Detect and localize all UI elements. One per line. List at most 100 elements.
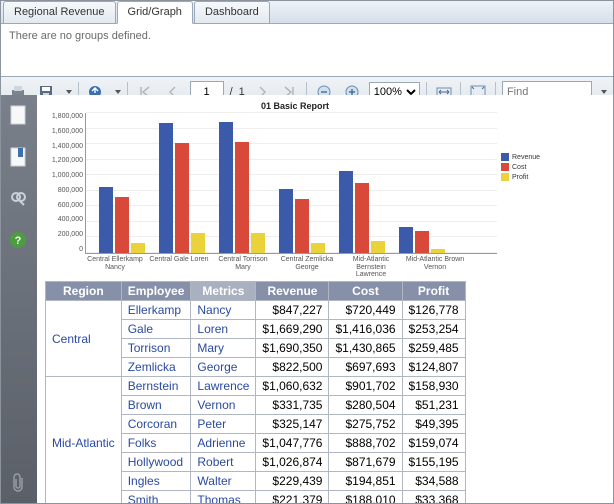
bookmarks-icon[interactable]	[9, 147, 29, 167]
cell-profit: $155,195	[402, 453, 465, 472]
export-dropdown-icon[interactable]	[115, 90, 121, 94]
chart-title: 01 Basic Report	[45, 101, 545, 111]
cell-revenue: $1,669,290	[256, 320, 329, 339]
bar	[295, 199, 309, 253]
bar	[251, 233, 265, 253]
cell-profit: $253,254	[402, 320, 465, 339]
cell-firstname[interactable]: Robert	[191, 453, 256, 472]
search-panel-icon[interactable]	[9, 189, 29, 209]
cell-cost: $194,851	[329, 472, 402, 491]
cell-firstname[interactable]: Vernon	[191, 396, 256, 415]
cell-profit: $51,231	[402, 396, 465, 415]
cell-cost: $188,010	[329, 491, 402, 503]
bar	[131, 243, 145, 253]
cell-firstname[interactable]: Adrienne	[191, 434, 256, 453]
table-row: Mid-AtlanticBernsteinLawrence$1,060,632$…	[46, 377, 466, 396]
bar	[219, 122, 233, 253]
tab-grid-graph[interactable]: Grid/Graph	[117, 1, 193, 24]
cell-revenue: $1,060,632	[256, 377, 329, 396]
bar	[415, 231, 429, 253]
save-dropdown-icon[interactable]	[66, 90, 72, 94]
cell-lastname[interactable]: Hollywood	[121, 453, 191, 472]
bar	[339, 171, 353, 253]
sidebar: ?	[1, 95, 37, 503]
cell-firstname[interactable]: George	[191, 358, 256, 377]
cell-profit: $124,807	[402, 358, 465, 377]
bar	[99, 187, 113, 253]
col-region[interactable]: Region	[46, 282, 122, 301]
cell-region[interactable]: Central	[46, 301, 122, 377]
cell-cost: $280,504	[329, 396, 402, 415]
bar	[159, 123, 173, 253]
chart-x-axis: Central Ellerkamp NancyCentral Gale Lore…	[83, 254, 545, 279]
cell-revenue: $1,026,874	[256, 453, 329, 472]
cell-lastname[interactable]: Bernstein	[121, 377, 191, 396]
help-icon[interactable]: ?	[9, 231, 29, 251]
col-employee[interactable]: Employee	[121, 282, 191, 301]
cell-lastname[interactable]: Gale	[121, 320, 191, 339]
table-row: CentralEllerkampNancy$847,227$720,449$12…	[46, 301, 466, 320]
chart-plot	[85, 113, 497, 254]
cell-lastname[interactable]: Smith	[121, 491, 191, 503]
bar	[431, 249, 445, 253]
cell-lastname[interactable]: Zemlicka	[121, 358, 191, 377]
chart-y-axis: 1,800,0001,600,0001,400,0001,200,0001,00…	[45, 113, 85, 253]
cell-region[interactable]: Mid-Atlantic	[46, 377, 122, 503]
cell-cost: $720,449	[329, 301, 402, 320]
cell-revenue: $822,500	[256, 358, 329, 377]
find-dropdown-icon[interactable]	[601, 90, 607, 94]
chart: 01 Basic Report 1,800,0001,600,0001,400,…	[45, 101, 545, 279]
group-strip-text: There are no groups defined.	[9, 30, 151, 42]
bar	[279, 189, 293, 253]
cell-profit: $159,074	[402, 434, 465, 453]
cell-profit: $259,485	[402, 339, 465, 358]
cell-cost: $1,430,865	[329, 339, 402, 358]
cell-lastname[interactable]: Ellerkamp	[121, 301, 191, 320]
data-table: Region Employee Metrics Revenue Cost Pro…	[45, 281, 466, 503]
cell-lastname[interactable]: Folks	[121, 434, 191, 453]
cell-revenue: $325,147	[256, 415, 329, 434]
cell-revenue: $229,439	[256, 472, 329, 491]
cell-revenue: $331,735	[256, 396, 329, 415]
cell-revenue: $1,047,776	[256, 434, 329, 453]
cell-lastname[interactable]: Brown	[121, 396, 191, 415]
col-cost[interactable]: Cost	[329, 282, 402, 301]
bar	[235, 142, 249, 253]
bar	[175, 143, 189, 253]
cell-revenue: $847,227	[256, 301, 329, 320]
cell-profit: $49,395	[402, 415, 465, 434]
tab-dashboard[interactable]: Dashboard	[194, 1, 270, 23]
cell-firstname[interactable]: Loren	[191, 320, 256, 339]
attachments-icon[interactable]	[9, 473, 29, 493]
page-thumbnails-icon[interactable]	[9, 105, 29, 125]
bar	[355, 183, 369, 253]
bar	[371, 241, 385, 253]
cell-firstname[interactable]: Thomas	[191, 491, 256, 503]
cell-revenue: $221,379	[256, 491, 329, 503]
cell-profit: $34,588	[402, 472, 465, 491]
cell-firstname[interactable]: Nancy	[191, 301, 256, 320]
bar	[399, 227, 413, 253]
cell-cost: $697,693	[329, 358, 402, 377]
cell-lastname[interactable]: Torrison	[121, 339, 191, 358]
cell-lastname[interactable]: Ingles	[121, 472, 191, 491]
bar	[311, 243, 325, 253]
tab-bar: Regional Revenue Grid/Graph Dashboard	[1, 1, 613, 24]
tab-regional-revenue[interactable]: Regional Revenue	[3, 1, 116, 23]
cell-profit: $33,368	[402, 491, 465, 503]
chart-legend: RevenueCostProfit	[497, 113, 545, 254]
col-metrics[interactable]: Metrics	[191, 282, 256, 301]
cell-cost: $901,702	[329, 377, 402, 396]
cell-cost: $888,702	[329, 434, 402, 453]
cell-lastname[interactable]: Corcoran	[121, 415, 191, 434]
cell-firstname[interactable]: Peter	[191, 415, 256, 434]
cell-firstname[interactable]: Mary	[191, 339, 256, 358]
cell-cost: $1,416,036	[329, 320, 402, 339]
col-profit[interactable]: Profit	[402, 282, 465, 301]
cell-profit: $126,778	[402, 301, 465, 320]
cell-firstname[interactable]: Lawrence	[191, 377, 256, 396]
col-revenue[interactable]: Revenue	[256, 282, 329, 301]
cell-profit: $158,930	[402, 377, 465, 396]
cell-cost: $275,752	[329, 415, 402, 434]
cell-firstname[interactable]: Walter	[191, 472, 256, 491]
